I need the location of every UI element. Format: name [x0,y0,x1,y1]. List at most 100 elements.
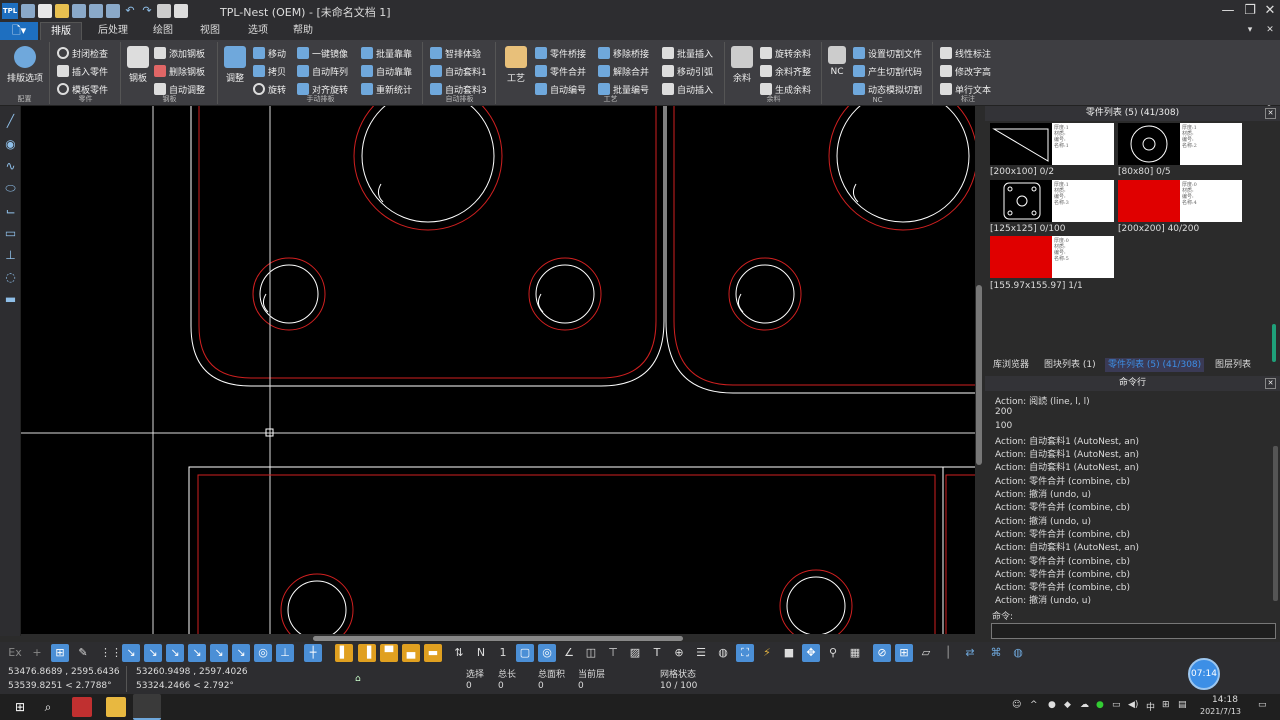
tab-library[interactable]: 库浏览器 [993,358,1029,372]
open-folder-icon[interactable] [55,4,69,18]
batch-insert-button[interactable]: 批量插入 [662,45,713,61]
clock-time[interactable]: 14:18 [1212,695,1238,705]
panel-scroll-thumb[interactable] [1272,324,1276,362]
copy-button[interactable]: 拷贝 [253,63,286,79]
part-card-3[interactable]: 厚度:1 材质: 编号: 名称:3 [990,180,1114,222]
spline-tool-icon[interactable]: ∿ [3,159,18,174]
steel-plate-button[interactable]: 钢板 [124,46,152,84]
tab-parts[interactable]: 零件列表 (5) (41/308) [1105,358,1205,372]
cad-icon[interactable] [21,4,35,18]
zoom-circle-icon[interactable]: ◎ [538,644,556,662]
align-middle-icon[interactable]: ▬ [424,644,442,662]
batch-snap-button[interactable]: 批量靠靠 [361,45,412,61]
undo-icon[interactable]: ↶ [123,4,137,18]
part-card-5[interactable]: 厚度:0 材质: 编号: 名称:5 [990,236,1114,278]
square-icon[interactable]: ■ [780,644,798,662]
sort-icon[interactable]: ⇅ [450,644,468,662]
align-top-icon[interactable]: ▀ [380,644,398,662]
link-icon[interactable]: ⚲ [824,644,842,662]
grid4-icon[interactable]: ▦ [846,644,864,662]
shuffle-icon[interactable]: ⇄ [961,644,979,662]
horizontal-scroll-thumb[interactable] [313,636,683,641]
align-left-icon[interactable]: ▌ [335,644,353,662]
clock-date[interactable]: 2021/7/13 [1200,707,1241,716]
tab-nesting[interactable]: 排版 [40,22,82,40]
shirt-icon[interactable] [174,4,188,18]
snap-intersect-icon[interactable]: ↘ [232,644,250,662]
tab-options[interactable]: 选项 [240,22,276,40]
dimension-tool-icon[interactable]: ⊥ [3,248,18,263]
image-icon[interactable]: ▨ [626,644,644,662]
hide-icon[interactable]: ◍ [714,644,732,662]
autocad-icon[interactable] [72,697,92,717]
move-button[interactable]: 移动 [253,45,286,61]
text-icon-t[interactable]: T [648,644,666,662]
command-key-icon[interactable]: ⌘ [987,644,1005,662]
redo-icon[interactable]: ↷ [140,4,154,18]
panel-close-icon[interactable]: ✕ [1265,378,1276,389]
auto-nest-1-button[interactable]: 自动套料1 [430,63,487,79]
nest-options-button[interactable]: 排版选项 [3,46,47,84]
part-merge-button[interactable]: 零件合并 [535,63,586,79]
one-key-mirror-button[interactable]: 一键镜像 [297,45,348,61]
explorer-icon[interactable] [106,697,126,717]
tab-blocks[interactable]: 图块列表 (1) [1044,358,1096,372]
zoom-extent-icon[interactable]: ⛶ [736,644,754,662]
snap-center-icon[interactable]: ↘ [166,644,184,662]
gen-cut-code-button[interactable]: 产生切割代码 [853,63,922,79]
polyline-tool-icon[interactable]: ⌙ [3,204,18,219]
angle-icon[interactable]: ∠ [560,644,578,662]
ime-mode-icon[interactable]: ⊞ [1162,700,1170,710]
arc-tool-icon[interactable]: ◌ [3,270,18,285]
new-file-icon[interactable] [38,4,52,18]
panel-close-icon[interactable]: ✕ [1265,108,1276,119]
remnant-button[interactable]: 余料 [728,46,756,84]
font-height-button[interactable]: 修改字高 [940,63,991,79]
part-card-1[interactable]: 厚度:1 材质: 编号: 名称:1 [990,123,1114,165]
close-button[interactable]: ✕ [1260,2,1280,20]
ribbon-close-icon[interactable]: ✕ [1260,22,1280,38]
part-card-4[interactable]: 厚度:0 材质: 编号: 名称:4 [1118,180,1242,222]
mic-icon[interactable]: ● [1048,700,1056,710]
maximize-button[interactable]: ❐ [1240,2,1260,20]
simulate-cut-button[interactable]: 动态模拟切割 [853,81,922,97]
minimize-button[interactable]: — [1218,2,1238,20]
tab-view[interactable]: 视图 [192,22,228,40]
rect-tool-icon[interactable]: ▭ [3,226,18,241]
quad-view-icon[interactable]: ⊞ [895,644,913,662]
remove-bridge-button[interactable]: 移除桥接 [598,45,649,61]
disable-icon[interactable]: ⊘ [873,644,891,662]
set-cut-file-button[interactable]: 设置切割文件 [853,45,922,61]
chevron-up-icon[interactable]: ^ [1030,700,1038,710]
unmerge-button[interactable]: 解除合并 [598,63,649,79]
log-scroll-thumb[interactable] [1273,446,1278,601]
table-icon[interactable]: ⊤ [604,644,622,662]
save-as-icon[interactable] [89,4,103,18]
part-card-2[interactable]: 厚度:1 材质: 编号: 名称:2 [1118,123,1242,165]
box-icon[interactable]: ◆ [1064,700,1071,710]
globe-icon[interactable]: ◍ [1009,644,1027,662]
cloud-icon[interactable]: ☁ [1080,700,1089,710]
speaker-icon[interactable]: ◀) [1128,700,1138,710]
tpl-nest-taskbar-icon[interactable] [133,694,161,720]
print-icon[interactable] [157,4,171,18]
snap-quadrant-icon[interactable]: ↘ [210,644,228,662]
auto-snap-button[interactable]: 自动靠靠 [361,63,412,79]
one-icon[interactable]: 1 [494,644,512,662]
line-tool-icon[interactable]: ╱ [3,114,18,129]
align-bottom-icon[interactable]: ▄ [402,644,420,662]
tab-help[interactable]: 帮助 [285,22,321,40]
crosshair-icon[interactable]: ┼ [304,644,322,662]
snap-endpoint-icon[interactable]: ↘ [122,644,140,662]
move-cross-icon[interactable]: ✥ [802,644,820,662]
list-icon[interactable]: ☰ [692,644,710,662]
ellipse-tool-icon[interactable]: ⬭ [3,181,18,196]
wechat-icon[interactable]: ● [1096,700,1104,710]
ribbon-pin-icon[interactable]: ▾ [1240,22,1260,38]
closed-check-button[interactable]: 封闭检查 [57,45,108,61]
command-input[interactable] [991,623,1276,639]
add-plate-button[interactable]: 添加钢板 [154,45,205,61]
notification-icon[interactable]: ▭ [1258,700,1267,710]
linear-dim-button[interactable]: 线性标注 [940,45,991,61]
search-icon[interactable]: ⌕ [38,697,58,717]
